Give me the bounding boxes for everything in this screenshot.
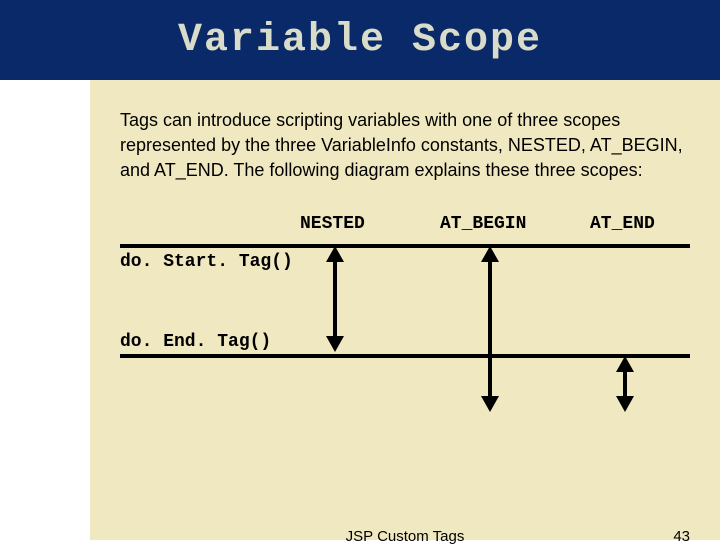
arrow-nested <box>325 244 345 354</box>
col-at-end: AT_END <box>590 214 655 234</box>
arrow-shaft <box>488 254 492 404</box>
arrow-at-end <box>615 354 635 414</box>
line-start-tag <box>120 244 690 248</box>
arrowhead-down-icon <box>616 396 634 412</box>
slide-content: Tags can introduce scripting variables w… <box>90 80 720 540</box>
col-at-begin: AT_BEGIN <box>440 214 526 234</box>
footer-text: JSP Custom Tags <box>346 528 465 545</box>
line-end-tag <box>120 354 690 358</box>
slide-header: Variable Scope <box>0 0 720 80</box>
row-end: do. End. Tag() <box>120 332 271 352</box>
row-start: do. Start. Tag() <box>120 252 293 272</box>
arrow-at-begin <box>480 244 500 414</box>
col-nested: NESTED <box>300 214 365 234</box>
description-text: Tags can introduce scripting variables w… <box>120 108 690 184</box>
scope-diagram: NESTED AT_BEGIN AT_END do. Start. Tag() … <box>120 214 690 444</box>
arrowhead-down-icon <box>326 336 344 352</box>
arrowhead-down-icon <box>481 396 499 412</box>
slide-title: Variable Scope <box>178 18 542 63</box>
page-number: 43 <box>673 528 690 545</box>
arrow-shaft <box>333 254 337 344</box>
